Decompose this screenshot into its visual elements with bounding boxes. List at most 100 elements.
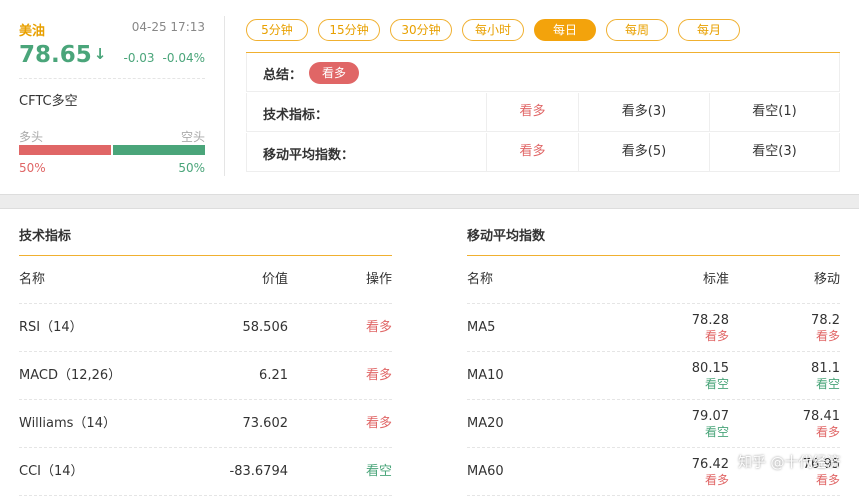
summary-tech-row: 技术指标： 看多 看多(3) 看空(1): [246, 93, 840, 132]
section-title: 技术指标: [19, 225, 392, 256]
table-header: 名称 标准 移动: [467, 256, 840, 304]
cftc-label: CFTC多空: [19, 94, 78, 109]
ma-name[interactable]: MA10: [467, 352, 504, 400]
arrow-down-icon: ↓: [93, 45, 107, 63]
ma-standard: 76.42 看多: [692, 457, 729, 488]
table-row: MA5 78.28 看多 78.2 看多: [467, 304, 840, 352]
asset-price: 78.65 ↓: [19, 42, 106, 68]
summary-ma-bull: 看多(5): [578, 133, 709, 171]
quote-summary-panel: 美油 04-25 17:13 78.65 ↓ -0.03 -0.04% CFTC多空…: [0, 0, 859, 195]
bull-segment: [19, 145, 111, 155]
table-row: Williams（14） 73.602 看多: [19, 400, 392, 448]
ma-moving: 81.1 看空: [811, 361, 840, 392]
vertical-divider: [224, 16, 225, 176]
summary-label: 总结：: [263, 68, 303, 83]
summary-ma-row: 移动平均指数： 看多 看多(5) 看空(3): [246, 133, 840, 172]
timeframe-tabs: 5分钟 15分钟 30分钟 每小时 每日 每周 每月: [246, 19, 750, 41]
header-name: 名称: [19, 272, 46, 287]
indicator-value: 6.21: [259, 368, 288, 383]
tab-monthly[interactable]: 每月: [678, 19, 740, 41]
watermark: 知乎 @十代经济: [738, 455, 841, 471]
table-row: MA10 80.15 看空 81.1 看空: [467, 352, 840, 400]
asset-name[interactable]: 美油: [19, 20, 45, 39]
table-row: MA20 79.07 看空 78.41 看多: [467, 400, 840, 448]
price-value: 78.65: [19, 42, 92, 68]
table-header: 名称 价值 操作: [19, 256, 392, 304]
quote-timestamp: 04-25 17:13: [131, 20, 205, 34]
summary-row: 总结： 看多: [246, 53, 840, 92]
summary-table: 总结： 看多 技术指标： 看多 看多(3) 看空(1) 移动平均指数： 看多 看…: [246, 52, 840, 174]
bear-label: 空头: [180, 130, 205, 144]
indicator-action: 看多: [365, 320, 392, 335]
divider: [19, 78, 205, 79]
ma-moving: 78.41 看多: [803, 409, 840, 440]
tab-weekly[interactable]: 每周: [606, 19, 668, 41]
ma-standard-value: 80.15: [691, 361, 729, 376]
price-change: -0.03 -0.04%: [115, 51, 205, 65]
tab-5min[interactable]: 5分钟: [246, 19, 308, 41]
indicator-name[interactable]: Williams（14）: [19, 400, 116, 448]
table-row: MACD（12,26） 6.21 看多: [19, 352, 392, 400]
bear-segment: [113, 145, 205, 155]
indicator-details-panel: 技术指标 名称 价值 操作 RSI（14） 58.506 看多 MACD（12,…: [0, 208, 859, 496]
ma-name[interactable]: MA20: [467, 400, 504, 448]
table-row: CCI（14） -83.6794 看空: [19, 448, 392, 496]
ma-moving: 78.2 看多: [811, 313, 840, 344]
ma-standard-value: 76.42: [691, 457, 729, 472]
indicator-action: 看多: [365, 368, 392, 383]
summary-ma-bear: 看空(3): [709, 133, 839, 171]
indicator-name[interactable]: CCI（14）: [19, 448, 84, 496]
summary-ma-label: 移动平均指数：: [263, 148, 355, 163]
section-title: 移动平均指数: [467, 225, 840, 256]
indicator-value: -83.6794: [229, 464, 288, 479]
bull-percent: 50%: [19, 161, 46, 175]
bear-percent: 50%: [178, 161, 205, 175]
ma-standard-signal: 看空: [704, 425, 729, 439]
indicator-name[interactable]: MACD（12,26）: [19, 352, 121, 400]
change-percent: -0.04%: [162, 51, 205, 65]
ma-standard-signal: 看多: [704, 473, 729, 487]
header-name: 名称: [467, 272, 494, 287]
ma-standard: 78.28 看多: [692, 313, 729, 344]
ma-standard-signal: 看空: [704, 377, 729, 391]
ma-moving-signal: 看多: [815, 329, 840, 343]
change-value: -0.03: [123, 51, 155, 65]
tab-15min[interactable]: 15分钟: [318, 19, 380, 41]
indicator-action: 看空: [365, 464, 392, 479]
summary-tech-bear: 看空(1): [709, 93, 839, 131]
header-action: 操作: [365, 272, 392, 287]
indicator-value: 58.506: [242, 320, 289, 335]
cftc-bar-labels: 多头 空头: [19, 128, 205, 145]
ma-name[interactable]: MA5: [467, 304, 495, 352]
indicator-name[interactable]: RSI（14）: [19, 304, 83, 352]
ma-moving-signal: 看空: [815, 377, 840, 391]
ma-moving-value: 78.2: [811, 313, 840, 328]
summary-tech-bull: 看多(3): [578, 93, 709, 131]
table-row: RSI（14） 58.506 看多: [19, 304, 392, 352]
tab-hourly[interactable]: 每小时: [462, 19, 524, 41]
tab-daily[interactable]: 每日: [534, 19, 596, 41]
bull-label: 多头: [19, 130, 44, 144]
ma-standard: 80.15 看空: [692, 361, 729, 392]
cftc-ratio-bar: [19, 145, 205, 155]
header-standard: 标准: [702, 272, 729, 287]
header-value: 价值: [261, 272, 288, 287]
ma-standard-signal: 看多: [704, 329, 729, 343]
ma-moving-signal: 看多: [815, 425, 840, 439]
summary-verdict-badge: 看多: [309, 62, 359, 84]
summary-tech-label: 技术指标：: [263, 108, 329, 123]
ma-moving-value: 81.1: [811, 361, 840, 376]
indicator-value: 73.602: [242, 416, 289, 431]
header-moving: 移动: [813, 272, 840, 287]
ma-standard: 79.07 看空: [692, 409, 729, 440]
summary-tech-verdict: 看多: [486, 93, 578, 131]
ma-moving-value: 78.41: [802, 409, 840, 424]
cftc-percentages: 50% 50%: [19, 161, 205, 175]
ma-moving-signal: 看多: [815, 473, 840, 487]
ma-name[interactable]: MA60: [467, 448, 504, 496]
tab-30min[interactable]: 30分钟: [390, 19, 452, 41]
indicator-action: 看多: [365, 416, 392, 431]
ma-standard-value: 78.28: [691, 313, 729, 328]
technical-indicators-table: 技术指标 名称 价值 操作 RSI（14） 58.506 看多 MACD（12,…: [19, 225, 392, 496]
ma-standard-value: 79.07: [691, 409, 729, 424]
